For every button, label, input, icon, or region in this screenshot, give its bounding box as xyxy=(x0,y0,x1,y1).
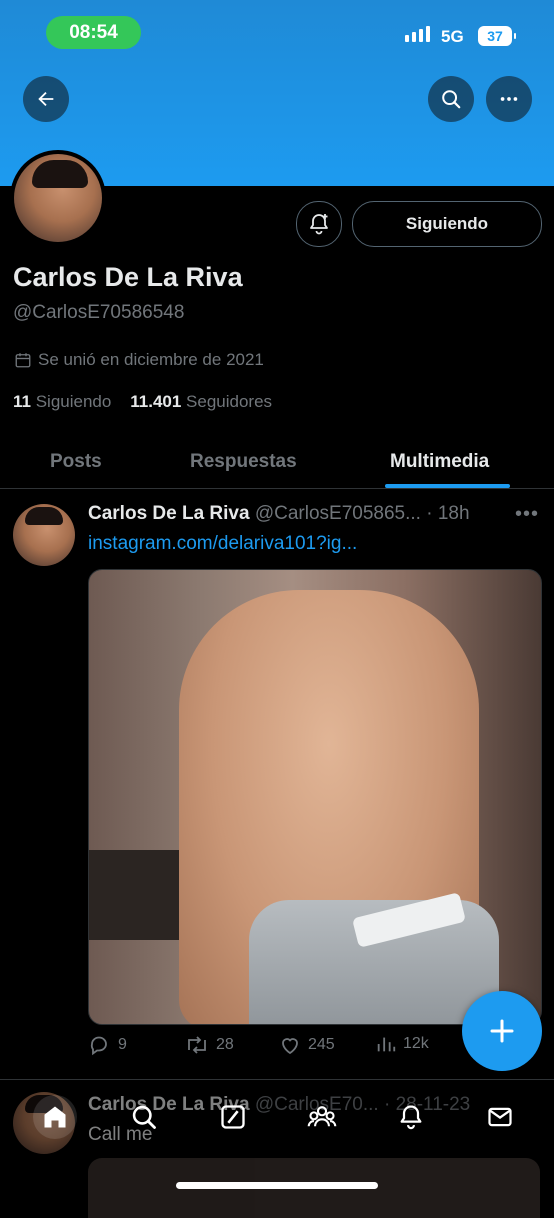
post-author-handle: @CarlosE705865... xyxy=(254,503,421,524)
follow-counts: 11 Siguiendo 11.401 Seguidores xyxy=(13,392,272,412)
repost-icon xyxy=(188,1036,206,1054)
reply-count: 9 xyxy=(118,1036,127,1053)
tab-media[interactable]: Multimedia xyxy=(390,436,489,488)
bottom-navigation xyxy=(0,1085,554,1149)
nav-search[interactable] xyxy=(122,1095,166,1139)
communities-icon xyxy=(307,1106,336,1127)
search-button[interactable] xyxy=(428,76,474,122)
like-count: 245 xyxy=(308,1036,335,1053)
tab-posts[interactable]: Posts xyxy=(50,436,102,488)
grok-icon xyxy=(220,1105,245,1129)
post-time: · 18h xyxy=(426,503,470,524)
profile-tabs: Posts Respuestas Multimedia xyxy=(0,436,554,489)
battery-level: 37 xyxy=(478,26,516,46)
active-tab-indicator xyxy=(385,484,510,488)
repost-button[interactable]: 28 xyxy=(184,1033,234,1057)
status-time: 08:54 xyxy=(46,16,141,49)
plus-icon xyxy=(490,1019,514,1043)
post-media-image[interactable] xyxy=(88,569,542,1025)
notifications-icon xyxy=(400,1105,421,1130)
profile-avatar[interactable] xyxy=(10,150,106,246)
search-icon xyxy=(442,90,461,109)
repost-count: 28 xyxy=(216,1036,234,1053)
joined-date: Se unió en diciembre de 2021 xyxy=(14,350,264,370)
followers-count: 11.401 xyxy=(130,392,182,411)
messages-icon xyxy=(487,1107,512,1127)
following-button[interactable]: Siguiendo xyxy=(352,201,542,247)
joined-text: Se unió en diciembre de 2021 xyxy=(38,350,264,369)
nav-communities[interactable] xyxy=(300,1095,344,1139)
notifications-subscribe-button[interactable] xyxy=(296,201,342,247)
reply-icon xyxy=(90,1036,107,1056)
following-label: Siguiendo xyxy=(35,392,112,411)
nav-grok[interactable] xyxy=(211,1095,255,1139)
profile-name: Carlos De La Riva xyxy=(13,262,243,292)
views-count: 12k xyxy=(403,1035,429,1052)
back-button[interactable] xyxy=(23,76,69,122)
post-header: Carlos De La Riva @CarlosE705865... · 18… xyxy=(88,503,470,525)
like-button[interactable]: 245 xyxy=(278,1033,335,1057)
nav-messages[interactable] xyxy=(478,1095,522,1139)
views-chart-icon xyxy=(377,1037,396,1052)
calendar-icon xyxy=(15,353,31,368)
post-author-name[interactable]: Carlos De La Riva xyxy=(88,503,250,524)
home-indicator[interactable] xyxy=(176,1182,378,1189)
post-more-icon[interactable]: ••• xyxy=(515,503,539,526)
reply-button[interactable]: 9 xyxy=(88,1033,127,1057)
bell-plus-icon xyxy=(310,214,328,235)
followers-link[interactable]: 11.401 Seguidores xyxy=(130,392,272,411)
post-avatar[interactable] xyxy=(13,504,75,566)
nav-notifications[interactable] xyxy=(389,1095,433,1139)
more-icon xyxy=(500,97,518,101)
compose-button[interactable] xyxy=(462,991,542,1071)
followers-label: Seguidores xyxy=(186,392,273,411)
more-options-button[interactable] xyxy=(486,76,532,122)
post-link[interactable]: instagram.com/delariva101?ig... xyxy=(88,533,357,555)
network-type: 5G xyxy=(441,27,464,46)
following-count: 11 xyxy=(13,392,31,411)
back-arrow-icon xyxy=(38,91,54,107)
nav-home[interactable] xyxy=(32,1095,77,1139)
heart-icon xyxy=(282,1038,298,1055)
profile-handle: @CarlosE70586548 xyxy=(13,302,185,323)
signal-icon xyxy=(405,26,430,42)
search-icon xyxy=(132,1105,156,1129)
status-bar: 08:54 5G 37 xyxy=(0,0,554,66)
views-button[interactable]: 12k xyxy=(375,1033,429,1055)
following-link[interactable]: 11 Siguiendo xyxy=(13,392,111,411)
tab-replies[interactable]: Respuestas xyxy=(190,436,297,488)
home-icon xyxy=(44,1106,65,1128)
